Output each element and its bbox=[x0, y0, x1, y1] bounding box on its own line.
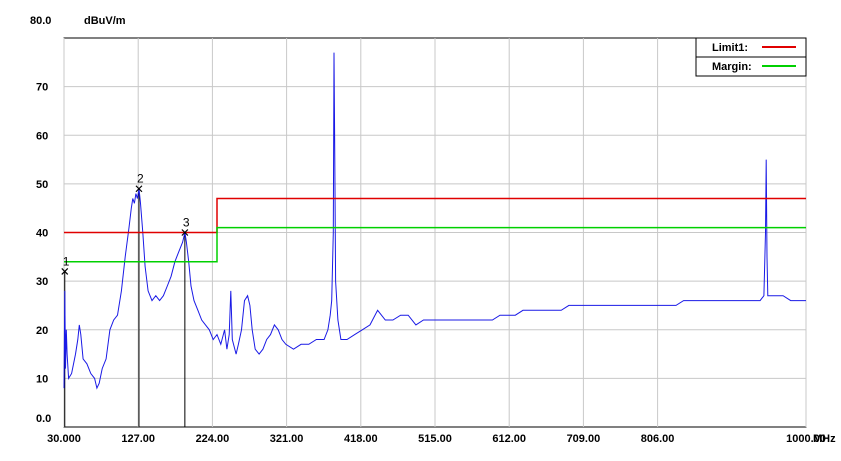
y-tick-label-1: 20 bbox=[36, 325, 48, 337]
x-axis-ticks: 30.000 127.00 224.00 321.00 418.00 515.00 612.… bbox=[47, 433, 826, 445]
emission-spectrum-chart: 10 20 30 40 50 60 70 30.000 127.00 224.00 321.00 4… bbox=[30, 15, 836, 445]
x-tick-label-6: 612.00 bbox=[492, 433, 526, 445]
x-tick-label-2: 224.00 bbox=[196, 433, 230, 445]
legend-label-margin: Margin: bbox=[712, 61, 752, 73]
x-tick-label-8: 806.00 bbox=[641, 433, 675, 445]
y-tick-label-3: 40 bbox=[36, 228, 48, 240]
x-tick-label-3: 321.00 bbox=[270, 433, 304, 445]
y-axis-unit: dBuV/m bbox=[84, 15, 126, 27]
y-tick-label-6: 70 bbox=[36, 82, 48, 94]
y-tick-label-0: 10 bbox=[36, 373, 48, 385]
y-axis-top-label: 80.0 bbox=[30, 15, 51, 27]
y-axis-bottom-label: 0.0 bbox=[36, 413, 51, 425]
y-axis-ticks: 10 20 30 40 50 60 70 bbox=[36, 82, 48, 386]
x-tick-label-1: 127.00 bbox=[121, 433, 155, 445]
y-tick-label-4: 50 bbox=[36, 179, 48, 191]
marker-label-1: 1 bbox=[63, 254, 70, 268]
legend: Limit1: Margin: bbox=[695, 37, 807, 77]
x-tick-label-5: 515.00 bbox=[418, 433, 452, 445]
y-tick-label-2: 30 bbox=[36, 276, 48, 288]
marker-label-3: 3 bbox=[183, 216, 190, 230]
x-tick-label-7: 709.00 bbox=[567, 433, 601, 445]
x-tick-label-4: 418.00 bbox=[344, 433, 378, 445]
marker-label-2: 2 bbox=[137, 172, 144, 186]
x-axis-unit: MHz bbox=[813, 433, 836, 445]
legend-label-limit1: Limit1: bbox=[712, 42, 748, 54]
y-tick-label-5: 60 bbox=[36, 130, 48, 142]
x-tick-label-0: 30.000 bbox=[47, 433, 81, 445]
